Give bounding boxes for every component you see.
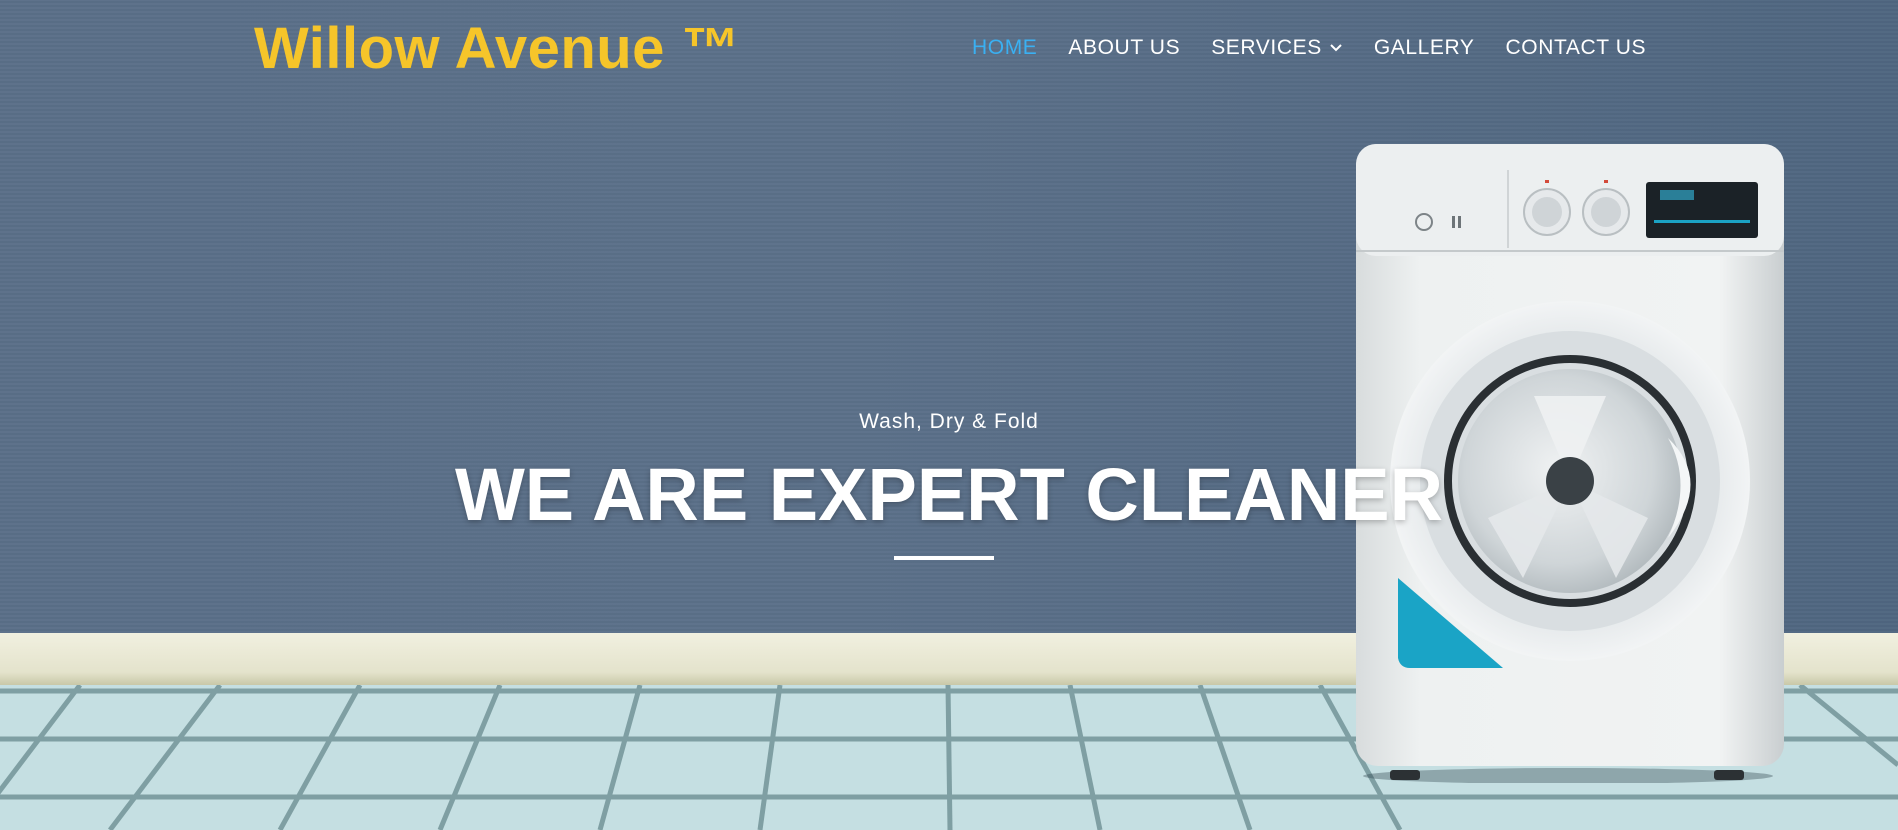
nav-item-contact-us[interactable]: CONTACT US (1506, 36, 1647, 60)
nav-item-gallery[interactable]: GALLERY (1374, 36, 1475, 60)
site-logo[interactable]: Willow Avenue ™ (254, 16, 740, 82)
nav-item-services[interactable]: SERVICES (1211, 36, 1343, 60)
hero-section: Willow Avenue ™ HOME ABOUT US SERVICES G… (0, 0, 1898, 830)
hero-divider (894, 556, 994, 560)
hero-subtitle: Wash, Dry & Fold (859, 410, 1039, 433)
hero-title: WE ARE EXPERT CLEANER (454, 453, 1444, 536)
nav-item-services-label: SERVICES (1211, 36, 1322, 59)
main-navigation: HOME ABOUT US SERVICES GALLERY CONTACT U… (972, 36, 1646, 60)
chevron-down-icon (1329, 43, 1343, 53)
nav-item-home[interactable]: HOME (972, 36, 1037, 60)
nav-item-about-us[interactable]: ABOUT US (1068, 36, 1180, 60)
